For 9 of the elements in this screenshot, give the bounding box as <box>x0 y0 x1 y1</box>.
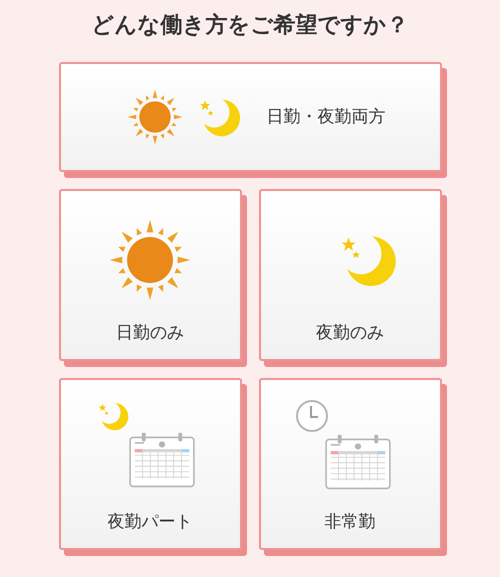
sun-icon <box>109 219 191 301</box>
option-label: 夜勤パート <box>108 510 192 532</box>
option-label: 夜勤のみ <box>316 322 384 344</box>
page-title: どんな働き方をご希望ですか？ <box>92 11 408 39</box>
clock-icon <box>295 399 329 433</box>
option-label: 非常勤 <box>324 510 376 532</box>
option-label: 日勤・夜勤両方 <box>266 106 386 128</box>
option-label: 日勤のみ <box>116 322 184 344</box>
sun-icon <box>126 89 182 145</box>
